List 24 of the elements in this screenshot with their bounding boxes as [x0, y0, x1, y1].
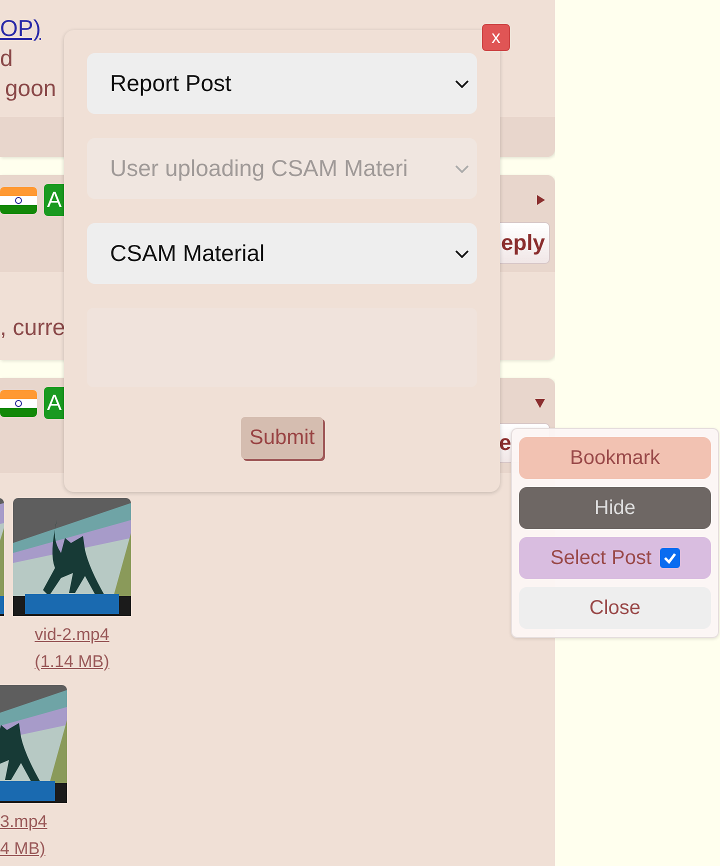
chevron-down-icon	[455, 80, 469, 88]
post-text: , curre	[0, 314, 66, 340]
file-size-link[interactable]: (1.14 MB)	[34, 648, 110, 675]
select-field[interactable]: CSAM Material	[87, 223, 477, 284]
close-button[interactable]: x	[482, 24, 510, 51]
post-text: d	[0, 44, 13, 73]
submit-button[interactable]: Submit	[241, 417, 323, 459]
chevron-down-icon	[455, 164, 469, 172]
checkbox[interactable]	[660, 548, 680, 568]
flag-icon	[0, 390, 37, 416]
triangle-icon[interactable]	[534, 194, 546, 206]
close-button[interactable]: Close	[519, 587, 711, 629]
file-link[interactable]: vid-2.mp4	[34, 621, 110, 648]
hide-button[interactable]: Hide	[519, 487, 711, 529]
chevron-down-icon	[455, 250, 469, 258]
file-size-link[interactable]: 4 MB)	[0, 835, 46, 862]
file-link[interactable]: 3.mp4	[0, 808, 48, 835]
post-link[interactable]: OP)	[0, 13, 41, 43]
bookmark-button[interactable]: Bookmark	[519, 437, 711, 479]
select-button[interactable]: Select Post	[519, 537, 711, 579]
select-field[interactable]: Report Post	[87, 53, 477, 114]
post-text: goon	[4, 74, 56, 103]
triangle-icon[interactable]	[534, 397, 546, 409]
flag-icon	[0, 186, 37, 214]
